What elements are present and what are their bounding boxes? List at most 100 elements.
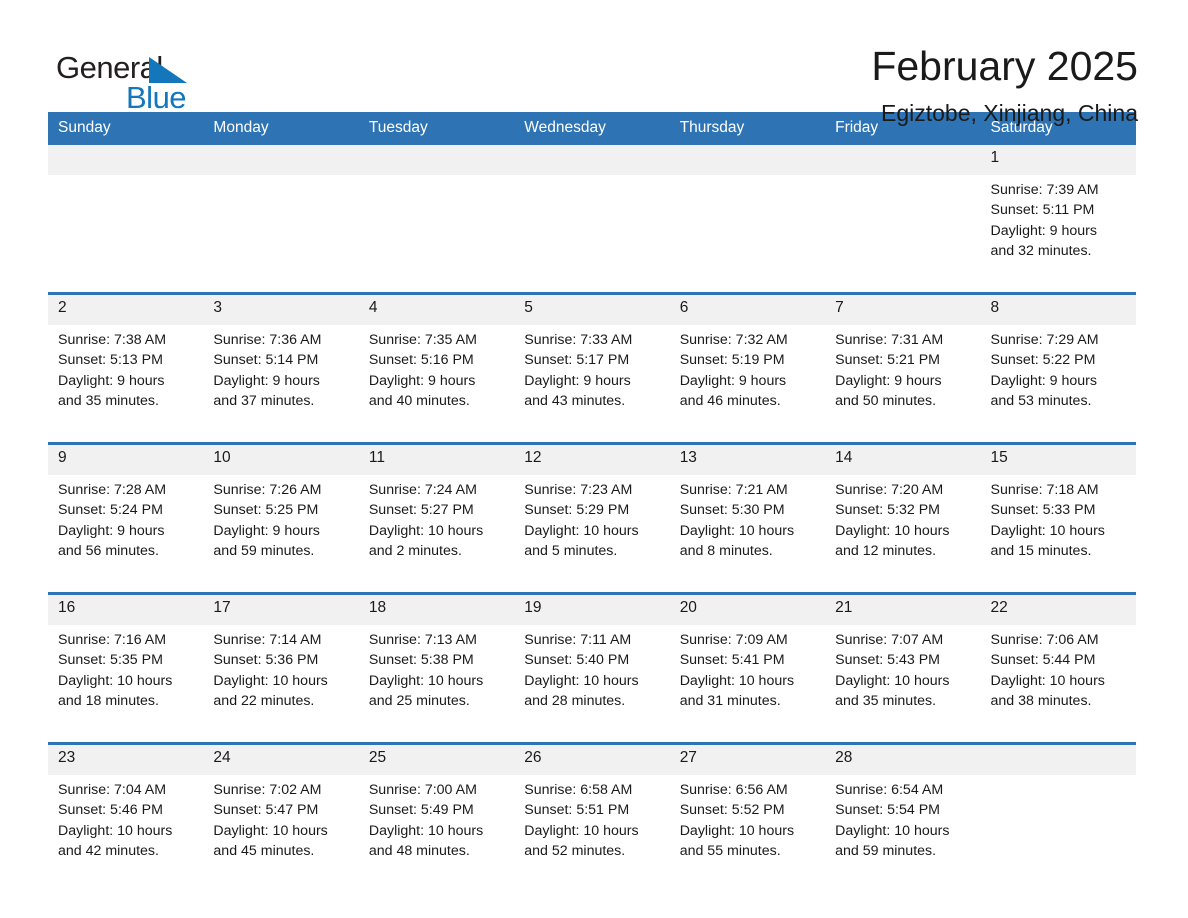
day-cell-details[interactable]	[825, 175, 981, 282]
sunset-text: Sunset: 5:46 PM	[58, 802, 163, 819]
day-cell-number[interactable]	[669, 145, 826, 175]
day-cell-details[interactable]: Sunrise: 7:36 AM Sunset: 5:14 PM Dayligh…	[203, 325, 359, 432]
day-cell-number[interactable]	[48, 145, 204, 175]
day-cell-number[interactable]: 13	[669, 445, 826, 475]
day-cell-details[interactable]: Sunrise: 7:06 AM Sunset: 5:44 PM Dayligh…	[980, 625, 1136, 732]
day-cell-number[interactable]	[203, 145, 359, 175]
day-cell-number[interactable]: 16	[48, 595, 204, 625]
day-cell-number[interactable]: 15	[980, 445, 1136, 475]
week-2-daynumbers: 2 3 4 5 6 7 8	[48, 295, 1136, 325]
day-cell-details[interactable]	[48, 175, 204, 282]
day-cell-details[interactable]: Sunrise: 7:07 AM Sunset: 5:43 PM Dayligh…	[825, 625, 981, 732]
day-cell-details[interactable]	[669, 175, 826, 282]
day-cell-details[interactable]: Sunrise: 6:54 AM Sunset: 5:54 PM Dayligh…	[825, 775, 981, 882]
day-cell-number[interactable]: 27	[669, 745, 826, 775]
day-cell-number[interactable]: 21	[825, 595, 981, 625]
day-cell-number[interactable]: 6	[669, 295, 826, 325]
day-cell-number[interactable]	[358, 145, 515, 175]
day-cell-number[interactable]	[825, 145, 981, 175]
day-cell-details[interactable]: Sunrise: 7:33 AM Sunset: 5:17 PM Dayligh…	[514, 325, 670, 432]
day-cell-details[interactable]	[203, 175, 359, 282]
day-cell-details[interactable]: Sunrise: 7:29 AM Sunset: 5:22 PM Dayligh…	[980, 325, 1136, 432]
sunrise-text: Sunrise: 7:04 AM	[58, 782, 167, 798]
day-cell-number[interactable]: 10	[203, 445, 359, 475]
day-cell-number[interactable]: 28	[825, 745, 981, 775]
day-cell-number[interactable]: 9	[48, 445, 204, 475]
logo-word-blue: Blue	[126, 80, 187, 115]
day-cell-details[interactable]: Sunrise: 7:35 AM Sunset: 5:16 PM Dayligh…	[358, 325, 515, 432]
day-cell-number[interactable]: 12	[514, 445, 670, 475]
sunset-text: Sunset: 5:44 PM	[990, 652, 1096, 669]
day-cell-number[interactable]: 11	[358, 445, 515, 475]
day-cell-number[interactable]: 5	[514, 295, 670, 325]
day-cell-details[interactable]: Sunrise: 7:32 AM Sunset: 5:19 PM Dayligh…	[669, 325, 826, 432]
sunrise-text: Sunrise: 7:02 AM	[213, 782, 322, 798]
day-cell-number[interactable]: 23	[48, 745, 204, 775]
daylight-text-line2: and 2 minutes.	[368, 542, 462, 559]
day-cell-number[interactable]: 19	[514, 595, 670, 625]
sunrise-text: Sunrise: 7:11 AM	[524, 632, 632, 648]
daylight-text-line2: and 37 minutes.	[213, 392, 315, 409]
daylight-text-line1: Daylight: 9 hours	[835, 372, 942, 389]
daylight-text-line1: Daylight: 9 hours	[213, 372, 320, 389]
day-cell-details[interactable]: Sunrise: 7:21 AM Sunset: 5:30 PM Dayligh…	[669, 475, 826, 582]
sunrise-text: Sunrise: 7:36 AM	[213, 332, 322, 348]
weekday-header-sunday: Sunday	[48, 112, 204, 145]
daylight-text-line1: Daylight: 10 hours	[679, 822, 795, 839]
day-cell-details[interactable]: Sunrise: 7:31 AM Sunset: 5:21 PM Dayligh…	[825, 325, 981, 432]
day-cell-number[interactable]: 18	[358, 595, 515, 625]
day-cell-details[interactable]	[980, 775, 1136, 882]
daylight-text-line2: and 18 minutes.	[58, 692, 159, 709]
day-cell-number[interactable]: 26	[514, 745, 670, 775]
sunrise-text: Sunrise: 7:24 AM	[368, 482, 477, 498]
day-cell-number[interactable]: 8	[980, 295, 1136, 325]
day-cell-details[interactable]: Sunrise: 7:02 AM Sunset: 5:47 PM Dayligh…	[203, 775, 359, 882]
day-cell-details[interactable]: Sunrise: 7:13 AM Sunset: 5:38 PM Dayligh…	[358, 625, 515, 732]
day-cell-number[interactable]: 7	[825, 295, 981, 325]
day-cell-number[interactable]: 20	[669, 595, 826, 625]
day-cell-details[interactable]: Sunrise: 7:16 AM Sunset: 5:35 PM Dayligh…	[48, 625, 204, 732]
day-cell-number[interactable]: 14	[825, 445, 981, 475]
generalblue-logo[interactable]: General Blue	[48, 46, 198, 116]
day-cell-details[interactable]: Sunrise: 7:14 AM Sunset: 5:36 PM Dayligh…	[203, 625, 359, 732]
day-cell-details[interactable]: Sunrise: 7:24 AM Sunset: 5:27 PM Dayligh…	[358, 475, 515, 582]
daylight-text-line1: Daylight: 10 hours	[524, 672, 639, 689]
sunrise-text: Sunrise: 6:58 AM	[524, 782, 633, 798]
day-cell-number[interactable]: 3	[203, 295, 359, 325]
week-3-details: Sunrise: 7:28 AM Sunset: 5:24 PM Dayligh…	[48, 475, 1136, 582]
day-cell-number[interactable]: 17	[203, 595, 359, 625]
week-5-details: Sunrise: 7:04 AM Sunset: 5:46 PM Dayligh…	[48, 775, 1136, 882]
day-cell-details[interactable]: Sunrise: 6:56 AM Sunset: 5:52 PM Dayligh…	[669, 775, 826, 882]
sunrise-text: Sunrise: 6:54 AM	[835, 782, 944, 798]
day-cell-details[interactable]: Sunrise: 7:11 AM Sunset: 5:40 PM Dayligh…	[514, 625, 670, 732]
sunset-text: Sunset: 5:19 PM	[679, 352, 785, 369]
day-cell-details[interactable]: Sunrise: 7:18 AM Sunset: 5:33 PM Dayligh…	[980, 475, 1136, 582]
sunset-text: Sunset: 5:43 PM	[835, 652, 940, 669]
day-cell-details[interactable]: Sunrise: 7:23 AM Sunset: 5:29 PM Dayligh…	[514, 475, 670, 582]
week-4-details: Sunrise: 7:16 AM Sunset: 5:35 PM Dayligh…	[48, 625, 1136, 732]
day-cell-details[interactable]: Sunrise: 6:58 AM Sunset: 5:51 PM Dayligh…	[514, 775, 670, 882]
day-cell-number[interactable]: 25	[358, 745, 515, 775]
daylight-text-line2: and 55 minutes.	[679, 842, 781, 859]
day-cell-number[interactable]: 1	[980, 145, 1136, 175]
day-cell-details[interactable]: Sunrise: 7:00 AM Sunset: 5:49 PM Dayligh…	[358, 775, 515, 882]
day-cell-details[interactable]: Sunrise: 7:04 AM Sunset: 5:46 PM Dayligh…	[48, 775, 204, 882]
daylight-text-line2: and 45 minutes.	[213, 842, 315, 859]
sunset-text: Sunset: 5:51 PM	[524, 802, 630, 819]
day-cell-details[interactable]	[358, 175, 515, 282]
day-cell-details[interactable]: Sunrise: 7:38 AM Sunset: 5:13 PM Dayligh…	[48, 325, 204, 432]
sunset-text: Sunset: 5:13 PM	[58, 352, 163, 369]
day-cell-number[interactable]: 2	[48, 295, 204, 325]
day-cell-details[interactable]: Sunrise: 7:09 AM Sunset: 5:41 PM Dayligh…	[669, 625, 826, 732]
day-cell-details[interactable]: Sunrise: 7:28 AM Sunset: 5:24 PM Dayligh…	[48, 475, 204, 582]
daylight-text-line2: and 35 minutes.	[58, 392, 159, 409]
day-cell-number[interactable]	[980, 745, 1136, 775]
day-cell-number[interactable]	[514, 145, 670, 175]
day-cell-details[interactable]: Sunrise: 7:39 AM Sunset: 5:11 PM Dayligh…	[980, 175, 1136, 282]
day-cell-details[interactable]	[514, 175, 670, 282]
day-cell-number[interactable]: 24	[203, 745, 359, 775]
day-cell-details[interactable]: Sunrise: 7:20 AM Sunset: 5:32 PM Dayligh…	[825, 475, 981, 582]
day-cell-details[interactable]: Sunrise: 7:26 AM Sunset: 5:25 PM Dayligh…	[203, 475, 359, 582]
day-cell-number[interactable]: 4	[358, 295, 515, 325]
day-cell-number[interactable]: 22	[980, 595, 1136, 625]
